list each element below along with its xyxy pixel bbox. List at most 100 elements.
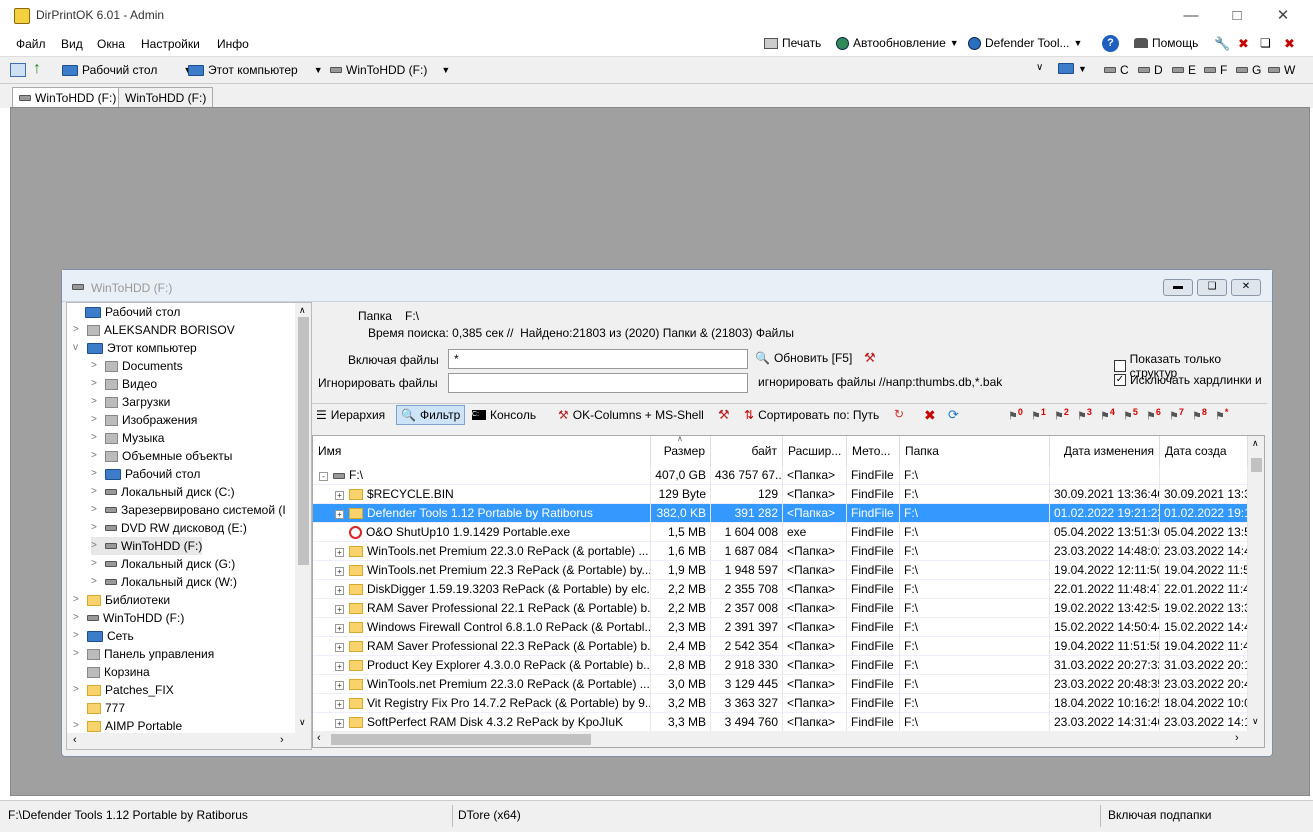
tree-item[interactable]: > Видео (91, 375, 157, 393)
menu-settings[interactable]: Настройки (141, 37, 200, 51)
expand-icon[interactable]: > (73, 627, 83, 645)
delete-icon[interactable]: ✖ (924, 407, 936, 424)
marker-0-icon[interactable]: ⚑0 (1008, 407, 1023, 423)
defender-tool-button[interactable]: Defender Tool... ▼ (968, 36, 1082, 50)
column-header[interactable]: Дата созда (1160, 436, 1248, 466)
column-header[interactable]: Имя (313, 436, 651, 466)
tree-item[interactable]: > Patches_FIX (73, 681, 174, 699)
column-header[interactable]: байт (711, 436, 783, 466)
sort-button[interactable]: ⇅ Сортировать по: Путь (744, 408, 879, 422)
marker-all-icon[interactable]: ⚑* (1215, 407, 1228, 423)
marker-3-icon[interactable]: ⚑3 (1077, 407, 1092, 423)
expand-icon[interactable]: + (335, 510, 344, 519)
expand-icon[interactable]: > (91, 375, 101, 393)
marker-5-icon[interactable]: ⚑5 (1123, 407, 1138, 423)
tree-item[interactable]: > Локальный диск (W:) (91, 573, 237, 591)
scroll-left-icon[interactable]: ‹ (317, 732, 321, 744)
tree-item[interactable]: > Documents (91, 357, 183, 375)
marker-4-icon[interactable]: ⚑4 (1100, 407, 1115, 423)
ok-columns-button[interactable]: ⚒ OK-Columns + MS-Shell (558, 408, 704, 422)
drive-button-d[interactable]: D (1138, 63, 1163, 77)
column-header[interactable]: Дата изменения (1050, 436, 1160, 466)
menu-info[interactable]: Инфо (217, 37, 249, 51)
collapse-icon[interactable]: - (319, 472, 328, 481)
autoupdate-button[interactable]: Автообновление ▼ (836, 36, 959, 50)
table-row[interactable]: + RAM Saver Professional 22.1 RePack (& P… (313, 599, 1248, 618)
chevron-down-icon[interactable]: ∨ (1036, 62, 1043, 73)
table-row[interactable]: + RAM Saver Professional 22.3 RePack (& P… (313, 637, 1248, 656)
maximize-button[interactable]: □ (1214, 0, 1260, 30)
sync-icon[interactable]: ⟳ (948, 407, 959, 423)
marker-2-icon[interactable]: ⚑2 (1054, 407, 1069, 423)
tree-item[interactable]: Рабочий стол (71, 303, 180, 321)
child-close-button[interactable]: ✕ (1231, 279, 1261, 296)
refresh-button[interactable]: 🔍 Обновить [F5] (755, 351, 852, 365)
table-row[interactable]: + $RECYCLE.BIN 129 Byte 129 <Папка> FindFile F… (313, 485, 1248, 504)
list-view-icon[interactable] (10, 63, 26, 77)
print-button[interactable]: Печать (764, 36, 821, 50)
close-doc-icon[interactable]: ✖ (1238, 36, 1249, 52)
expand-icon[interactable]: > (73, 321, 83, 339)
drive-button-g[interactable]: G (1236, 63, 1261, 77)
expand-icon[interactable]: > (91, 447, 101, 465)
drive-button-w[interactable]: W (1268, 63, 1295, 77)
minimize-button[interactable]: — (1168, 0, 1214, 30)
ignore-files-input[interactable] (448, 373, 748, 393)
drive-button-f[interactable]: F (1204, 63, 1227, 77)
scroll-thumb[interactable] (1251, 458, 1262, 472)
help-icon[interactable]: ? (1102, 35, 1119, 52)
tree-item[interactable]: > Изображения (91, 411, 197, 429)
hammer-icon[interactable]: ⚒ (718, 407, 730, 423)
tree-item[interactable]: v Этот компьютер (73, 339, 197, 357)
table-row[interactable]: + Product Key Explorer 4.3.0.0 RePack (& … (313, 656, 1248, 675)
expand-icon[interactable]: + (335, 567, 344, 576)
table-row[interactable]: + Vit Registry Fix Pro 14.7.2 RePack (& P… (313, 694, 1248, 713)
folder-tree[interactable]: Рабочий стол > ALEKSANDR BORISOV v Этот комп… (66, 302, 312, 750)
tree-item[interactable]: > Сеть (73, 627, 134, 645)
scroll-thumb[interactable] (331, 734, 591, 745)
menu-windows[interactable]: Окна (97, 37, 125, 51)
marker-7-icon[interactable]: ⚑7 (1169, 407, 1184, 423)
scroll-down-icon[interactable]: ∨ (1252, 716, 1259, 727)
console-tab[interactable]: C: Консоль (472, 408, 536, 422)
tree-item[interactable]: > Локальный диск (C:) (91, 483, 235, 501)
tree-item[interactable]: > WinToHDD (F:) (73, 609, 184, 627)
sort-refresh-icon[interactable]: ↻ (894, 407, 904, 421)
list-horizontal-scrollbar[interactable]: ‹ › (313, 731, 1264, 747)
computer-dropdown[interactable]: Этот компьютер ▼ (188, 63, 323, 77)
tree-item[interactable]: > Библиотеки (73, 591, 170, 609)
tools-icon[interactable]: 🔧 (1214, 36, 1230, 52)
tree-item[interactable]: > Музыка (91, 429, 164, 447)
table-row[interactable]: + DiskDigger 1.59.19.3203 RePack (& Porta… (313, 580, 1248, 599)
tree-item[interactable]: > Локальный диск (G:) (91, 555, 235, 573)
menu-view[interactable]: Вид (61, 37, 83, 51)
expand-icon[interactable]: > (91, 501, 101, 519)
marker-8-icon[interactable]: ⚑8 (1192, 407, 1207, 423)
menu-file[interactable]: Файл (16, 37, 46, 51)
expand-icon[interactable]: > (91, 573, 101, 591)
desktop-dropdown[interactable]: Рабочий стол ▼ (62, 63, 192, 77)
view-dropdown[interactable]: ▼ (1058, 63, 1087, 74)
expand-icon[interactable]: + (335, 605, 344, 614)
child-minimize-button[interactable]: ▬ (1163, 279, 1193, 296)
expand-icon[interactable]: + (335, 548, 344, 557)
table-row[interactable]: + WinTools.net Premium 22.3.0 RePack (& p… (313, 542, 1248, 561)
list-vertical-scrollbar[interactable]: ∧ ∨ (1248, 436, 1264, 731)
scroll-down-icon[interactable]: ∨ (299, 717, 306, 728)
drive-button-c[interactable]: C (1104, 63, 1129, 77)
restore-doc-icon[interactable]: ❏ (1260, 36, 1271, 50)
tree-item[interactable]: > Панель управления (73, 645, 214, 663)
up-arrow-icon[interactable]: ↑ (33, 60, 41, 78)
expand-icon[interactable]: > (91, 393, 101, 411)
scroll-right-icon[interactable]: › (1235, 732, 1239, 744)
table-row[interactable]: - F:\ 407,0 GB 436 757 67... <Папка> FindFile… (313, 466, 1248, 485)
tree-item[interactable]: Корзина (73, 663, 150, 681)
column-header[interactable]: Папка (900, 436, 1050, 466)
expand-icon[interactable]: + (335, 586, 344, 595)
expand-icon[interactable]: + (335, 624, 344, 633)
table-row[interactable]: + WinTools.net Premium 22.3 RePack (& Por… (313, 561, 1248, 580)
scroll-right-icon[interactable]: › (280, 734, 284, 746)
expand-icon[interactable]: + (335, 643, 344, 652)
expand-icon[interactable]: > (91, 483, 101, 501)
expand-icon[interactable]: > (91, 519, 101, 537)
